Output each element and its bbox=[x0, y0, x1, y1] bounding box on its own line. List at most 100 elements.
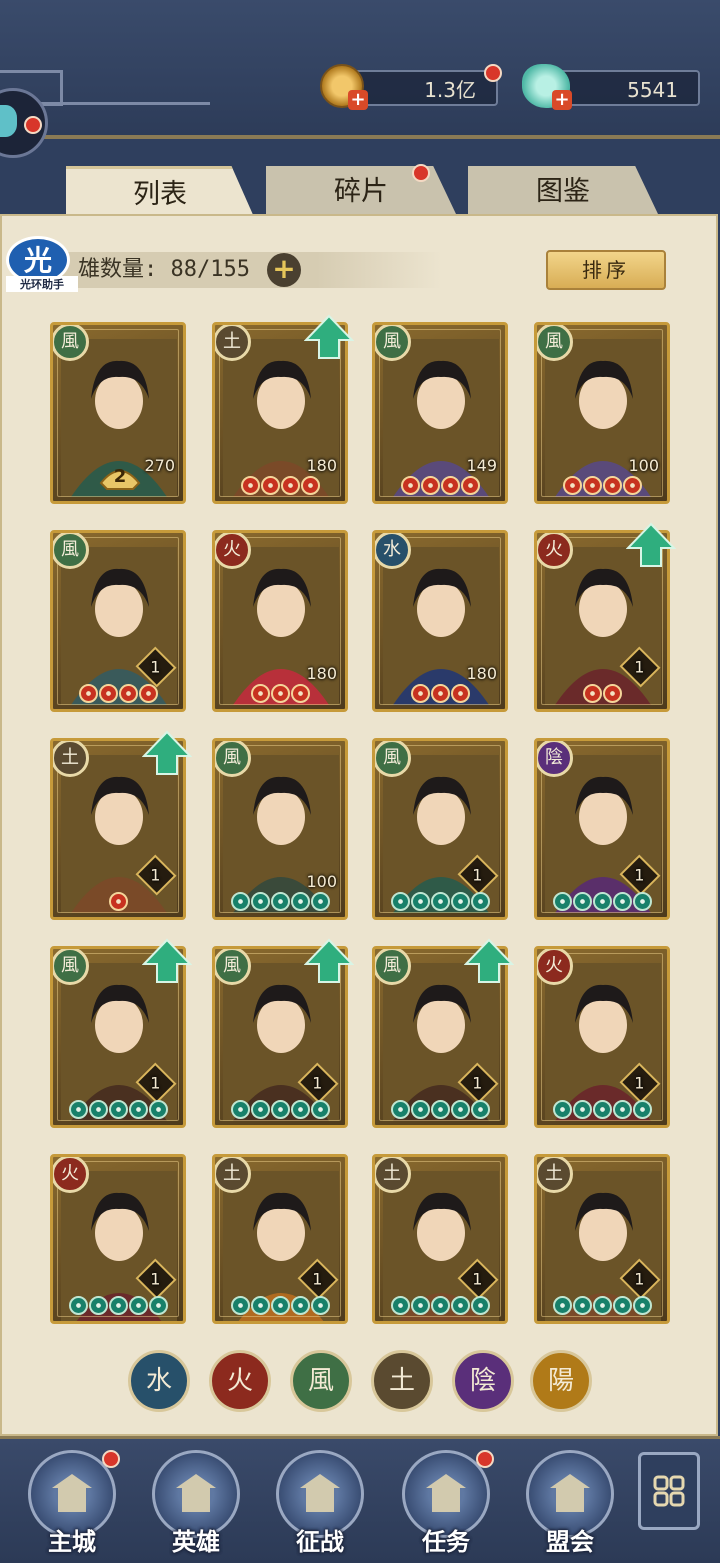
star-icon bbox=[562, 476, 582, 495]
star-icon bbox=[128, 1296, 148, 1315]
hero-stars bbox=[215, 892, 345, 914]
hero-card[interactable]: 土1 bbox=[212, 1154, 348, 1324]
star-icon bbox=[450, 684, 470, 703]
hero-stars bbox=[53, 684, 183, 706]
hero-card[interactable]: 風1 bbox=[212, 946, 348, 1128]
hero-stars bbox=[53, 892, 183, 914]
hero-stars bbox=[537, 1100, 667, 1122]
star-icon bbox=[622, 476, 642, 495]
hero-card[interactable]: 風 100 bbox=[212, 738, 348, 920]
hero-card[interactable]: 火 180 bbox=[212, 530, 348, 712]
star-icon bbox=[410, 684, 430, 703]
star-icon bbox=[592, 892, 612, 911]
hero-card[interactable]: 風1 bbox=[50, 946, 186, 1128]
hero-card[interactable]: 土1 bbox=[534, 1154, 670, 1324]
hero-stars bbox=[215, 1296, 345, 1318]
star-icon bbox=[290, 684, 310, 703]
filter-wind-button[interactable]: 風 bbox=[290, 1350, 352, 1412]
tab-list[interactable]: 列表 bbox=[66, 166, 254, 217]
star-icon bbox=[430, 892, 450, 911]
hero-count-value: 88/155 bbox=[170, 257, 250, 282]
element-badge-earth: 土 bbox=[375, 1157, 411, 1193]
star-icon bbox=[430, 1100, 450, 1119]
star-icon bbox=[230, 1296, 250, 1315]
filter-water-button[interactable]: 水 bbox=[128, 1350, 190, 1412]
nav-campaign-button[interactable]: 征战 bbox=[272, 1442, 368, 1556]
element-badge-fire: 火 bbox=[215, 533, 251, 569]
more-menu-button[interactable] bbox=[638, 1452, 700, 1530]
hero-card[interactable]: 風1 bbox=[372, 738, 508, 920]
star-icon bbox=[310, 892, 330, 911]
nav-label: 任务 bbox=[422, 1527, 470, 1556]
star-icon bbox=[108, 892, 128, 911]
tab-codex-label: 图鉴 bbox=[536, 176, 590, 207]
element-badge-wind: 風 bbox=[215, 949, 251, 985]
hero-card[interactable]: 風 149 bbox=[372, 322, 508, 504]
star-icon bbox=[250, 1296, 270, 1315]
overlay-brand-badge[interactable]: 光 光环助手 bbox=[0, 236, 78, 292]
hero-card[interactable]: 土 180 bbox=[212, 322, 348, 504]
element-badge-earth: 土 bbox=[215, 325, 251, 361]
hero-card[interactable]: 水 180 bbox=[372, 530, 508, 712]
hero-card[interactable]: 火1 bbox=[534, 946, 670, 1128]
hero-card[interactable]: 風 270 2 bbox=[50, 322, 186, 504]
star-icon bbox=[552, 1296, 572, 1315]
hero-card[interactable]: 陰1 bbox=[534, 738, 670, 920]
element-badge-wind: 風 bbox=[53, 325, 89, 361]
brand-text: 光环助手 bbox=[6, 276, 78, 292]
element-badge-earth: 土 bbox=[537, 1157, 573, 1193]
sort-button[interactable]: 排序 bbox=[546, 250, 666, 290]
star-icon bbox=[270, 1296, 290, 1315]
nav-label: 主城 bbox=[48, 1527, 96, 1556]
hero-card[interactable]: 土1 bbox=[50, 738, 186, 920]
nav-notification-dot bbox=[102, 1450, 120, 1468]
star-icon bbox=[290, 1296, 310, 1315]
star-icon bbox=[612, 1296, 632, 1315]
hero-card[interactable]: 風1 bbox=[372, 946, 508, 1128]
star-icon bbox=[552, 1100, 572, 1119]
star-icon bbox=[230, 892, 250, 911]
star-icon bbox=[88, 1100, 108, 1119]
hero-card[interactable]: 火1 bbox=[50, 1154, 186, 1324]
star-icon bbox=[582, 476, 602, 495]
add-jade-button[interactable]: + bbox=[552, 90, 572, 110]
coin-notification-dot bbox=[484, 64, 502, 82]
hero-card[interactable]: 風1 bbox=[50, 530, 186, 712]
nav-alliance-button[interactable]: 盟会 bbox=[522, 1442, 618, 1556]
hero-card[interactable]: 風 100 bbox=[534, 322, 670, 504]
hero-stars bbox=[215, 1100, 345, 1122]
star-icon bbox=[602, 684, 622, 703]
add-coins-button[interactable]: + bbox=[348, 90, 368, 110]
hero-stars bbox=[375, 892, 505, 914]
hero-stars bbox=[375, 1100, 505, 1122]
hero-card[interactable]: 火1 bbox=[534, 530, 670, 712]
star-icon bbox=[270, 1100, 290, 1119]
star-icon bbox=[390, 1100, 410, 1119]
tab-codex[interactable]: 图鉴 bbox=[468, 166, 658, 214]
hero-card[interactable]: 土1 bbox=[372, 1154, 508, 1324]
star-icon bbox=[118, 684, 138, 703]
filter-earth-button[interactable]: 土 bbox=[371, 1350, 433, 1412]
expand-capacity-button[interactable]: + bbox=[267, 253, 301, 287]
element-badge-fire: 火 bbox=[53, 1157, 89, 1193]
star-icon bbox=[410, 1100, 430, 1119]
coin-amount: 1.3亿 bbox=[424, 78, 476, 102]
tab-fragments-label: 碎片 bbox=[334, 176, 388, 207]
star-icon bbox=[450, 892, 470, 911]
filter-fire-button[interactable]: 火 bbox=[209, 1350, 271, 1412]
star-icon bbox=[250, 1100, 270, 1119]
filter-yang-button[interactable]: 陽 bbox=[530, 1350, 592, 1412]
star-icon bbox=[240, 476, 260, 495]
nav-heroes-button[interactable]: 英雄 bbox=[148, 1442, 244, 1556]
element-badge-water: 水 bbox=[375, 533, 411, 569]
filter-yin-button[interactable]: 陰 bbox=[452, 1350, 514, 1412]
nav-notification-dot bbox=[476, 1450, 494, 1468]
star-icon bbox=[98, 684, 118, 703]
hero-stars bbox=[53, 1296, 183, 1318]
star-icon bbox=[390, 892, 410, 911]
nav-label: 英雄 bbox=[172, 1527, 220, 1556]
star-icon bbox=[470, 892, 490, 911]
star-icon bbox=[410, 1296, 430, 1315]
duplicate-count-badge: 2 bbox=[99, 463, 141, 491]
hero-stars bbox=[53, 1100, 183, 1122]
